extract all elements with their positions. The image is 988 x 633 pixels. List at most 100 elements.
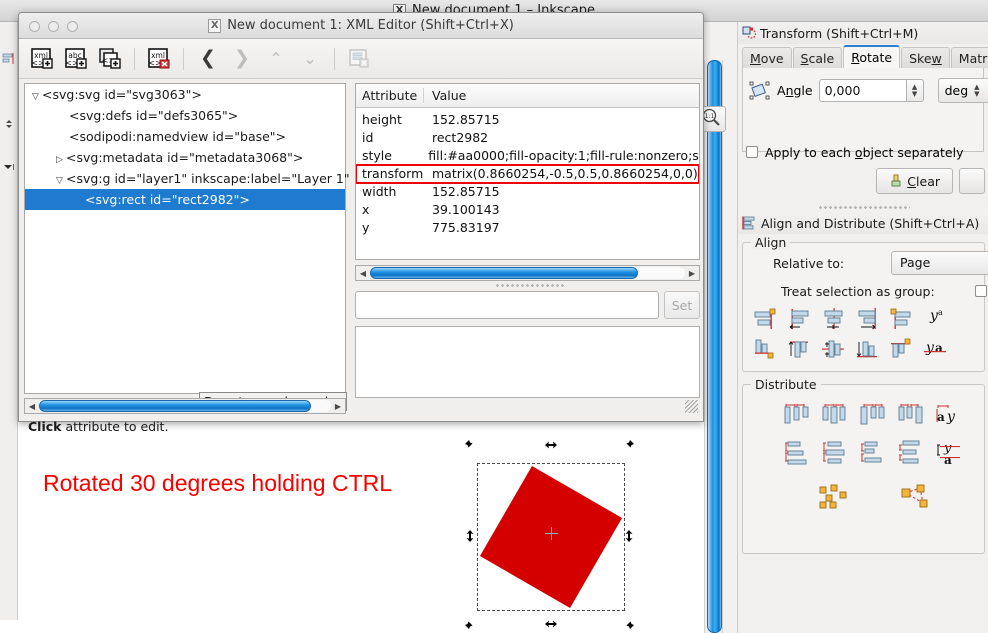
scroll-right-arrow-icon[interactable]: ▶ — [685, 269, 699, 278]
move-node-up-button[interactable]: ⌃ — [261, 44, 291, 74]
apply-each-object-row[interactable]: Apply to each object separately — [738, 142, 988, 162]
panel-separator[interactable] — [738, 203, 988, 211]
distribute-text-baselines-vertically-button[interactable]: y a — [931, 437, 969, 469]
align-right-edges-button[interactable] — [851, 305, 885, 335]
tree-horizontal-scrollbar[interactable]: ◀ ▶ — [24, 398, 346, 414]
transform-tabs[interactable]: Move Scale Rotate Skew Matrix — [738, 44, 988, 68]
align-top-edges-to-bottom-anchor-button[interactable] — [885, 335, 919, 365]
scroll-left-arrow-icon[interactable]: ◀ — [356, 269, 370, 278]
align-right-edges-to-left-anchor-button[interactable] — [749, 305, 783, 335]
table-row[interactable]: style fill:#aa0000;fill-opacity:1;fill-r… — [356, 147, 699, 165]
tree-node-namedview[interactable]: <sodipodi:namedview id="base"> — [25, 126, 345, 147]
angle-input[interactable]: 0,000 — [819, 79, 907, 102]
distribute-centers-vertically-button[interactable] — [817, 437, 855, 469]
attribute-table[interactable]: Attribute Value height 152.85715 id rect… — [355, 83, 700, 260]
align-bottom-edges-button[interactable] — [851, 335, 885, 365]
table-row[interactable]: width 152.85715 — [356, 183, 699, 201]
relative-to-combo[interactable]: Page — [891, 251, 988, 275]
apply-button[interactable] — [959, 168, 985, 194]
rotate-handle-top-center[interactable] — [544, 438, 558, 452]
tree-scrollbar-thumb[interactable] — [39, 400, 311, 412]
distribute-gaps-vertically-button[interactable] — [893, 437, 931, 469]
spinner-tool-icon[interactable] — [2, 117, 16, 131]
canvas-vertical-scrollbar[interactable] — [704, 60, 723, 633]
tab-skew[interactable]: Skew — [901, 47, 950, 68]
tab-scale[interactable]: Scale — [793, 47, 843, 68]
rotate-handle-middle-right[interactable] — [622, 529, 636, 543]
unindent-node-button[interactable]: ❮ — [193, 44, 223, 74]
dropdown-tool-icon[interactable] — [2, 160, 16, 174]
table-row-transform[interactable]: transform matrix(0.8660254,-0.5,0.5,0.86… — [356, 165, 699, 183]
tree-node-rect2982[interactable]: <svg:rect id="rect2982"> — [25, 189, 345, 210]
spinner-down-icon[interactable]: ▼ — [912, 91, 917, 98]
move-node-down-button[interactable]: ⌄ — [295, 44, 325, 74]
distribute-gaps-horizontally-button[interactable] — [893, 399, 931, 431]
text-baseline-horizontal-button[interactable]: y a — [919, 335, 953, 365]
rotation-center-marker[interactable] — [545, 527, 558, 540]
close-button[interactable] — [29, 21, 40, 32]
distribute-bottom-edges-equidistantly-button[interactable] — [855, 437, 893, 469]
rotate-handle-bottom-right[interactable] — [622, 617, 636, 631]
distribute-left-edges-equidistantly-button[interactable] — [779, 399, 817, 431]
distribute-centers-horizontally-button[interactable] — [817, 399, 855, 431]
apply-each-object-checkbox[interactable] — [746, 146, 758, 158]
zoom-button[interactable] — [67, 21, 78, 32]
combo-updown-icon[interactable]: ▲▼ — [974, 84, 979, 98]
rotate-handle-top-left[interactable] — [463, 438, 477, 452]
rotate-handle-bottom-center[interactable] — [544, 617, 558, 631]
tree-node-layer1[interactable]: ▽<svg:g id="layer1" inkscape:label="Laye… — [25, 168, 345, 189]
tab-matrix[interactable]: Matrix — [951, 47, 988, 68]
attribute-scrollbar-thumb[interactable] — [370, 267, 638, 279]
distribute-top-edges-equidistantly-button[interactable] — [779, 437, 817, 469]
table-row[interactable]: height 152.85715 — [356, 111, 699, 129]
attribute-scrollbar-track[interactable] — [370, 267, 685, 279]
tab-rotate[interactable]: Rotate — [843, 45, 900, 68]
treat-as-group-checkbox[interactable] — [975, 285, 987, 297]
duplicate-node-button[interactable]: <> — [95, 44, 125, 74]
minimize-button[interactable] — [48, 21, 59, 32]
rotate-handle-middle-left[interactable] — [463, 529, 477, 543]
xml-editor-dialog[interactable]: X New document 1: XML Editor (Shift+Ctrl… — [18, 12, 704, 422]
randomize-positions-button[interactable] — [813, 481, 859, 515]
distribute-text-anchors-horizontally-button[interactable]: a y — [931, 399, 969, 431]
xml-editor-toolbar[interactable]: xml <> abc <> <> — [19, 39, 703, 79]
dialog-resize-grip[interactable] — [685, 400, 698, 413]
distribute-right-edges-equidistantly-button[interactable] — [855, 399, 893, 431]
tree-node-defs[interactable]: <svg:defs id="defs3065"> — [25, 105, 345, 126]
table-row[interactable]: y 775.83197 — [356, 219, 699, 237]
scroll-left-arrow-icon[interactable]: ◀ — [25, 402, 39, 411]
canvas-vertical-scrollbar-thumb[interactable] — [707, 60, 722, 633]
clear-button[interactable]: Clear — [876, 168, 953, 194]
delete-attribute-button[interactable] — [344, 44, 374, 74]
text-anchor-horizontal-button[interactable]: y a — [919, 305, 953, 335]
align-tool-icon[interactable] — [2, 52, 16, 66]
xml-tree[interactable]: ▽<svg:svg id="svg3063"> <svg:defs id="de… — [24, 83, 346, 394]
indent-node-button[interactable]: ❯ — [227, 44, 257, 74]
rotate-handle-bottom-left[interactable] — [463, 617, 477, 631]
align-top-edges-button[interactable] — [783, 335, 817, 365]
table-row[interactable]: id rect2982 — [356, 129, 699, 147]
window-controls[interactable] — [29, 21, 78, 32]
center-on-vertical-axis-button[interactable] — [817, 305, 851, 335]
attribute-name-input[interactable] — [355, 291, 659, 319]
attribute-value-textarea[interactable] — [355, 326, 700, 398]
angle-spinner[interactable]: ▲ ▼ — [907, 79, 924, 102]
angle-unit-combo[interactable]: deg ▲▼ — [938, 78, 988, 103]
center-on-horizontal-axis-button[interactable] — [817, 335, 851, 365]
delete-node-button[interactable]: xml <> — [144, 44, 174, 74]
xml-editor-titlebar[interactable]: X New document 1: XML Editor (Shift+Ctrl… — [19, 13, 703, 39]
set-button[interactable]: Set — [664, 291, 700, 319]
new-text-node-button[interactable]: abc <> — [61, 44, 91, 74]
attribute-horizontal-scrollbar[interactable]: ◀ ▶ — [355, 265, 700, 281]
scroll-right-arrow-icon[interactable]: ▶ — [331, 402, 345, 411]
tree-node-svg[interactable]: ▽<svg:svg id="svg3063"> — [25, 84, 345, 105]
rotate-handle-top-right[interactable] — [622, 438, 636, 452]
align-bottom-edges-to-top-anchor-button[interactable] — [749, 335, 783, 365]
unclump-objects-button[interactable] — [895, 481, 941, 515]
tab-move[interactable]: Move — [742, 47, 792, 68]
tree-node-metadata[interactable]: ▷<svg:metadata id="metadata3068"> — [25, 147, 345, 168]
pane-resize-grip[interactable] — [495, 283, 565, 289]
align-left-edges-to-right-anchor-button[interactable] — [885, 305, 919, 335]
align-left-edges-button[interactable] — [783, 305, 817, 335]
table-row[interactable]: x 39.100143 — [356, 201, 699, 219]
